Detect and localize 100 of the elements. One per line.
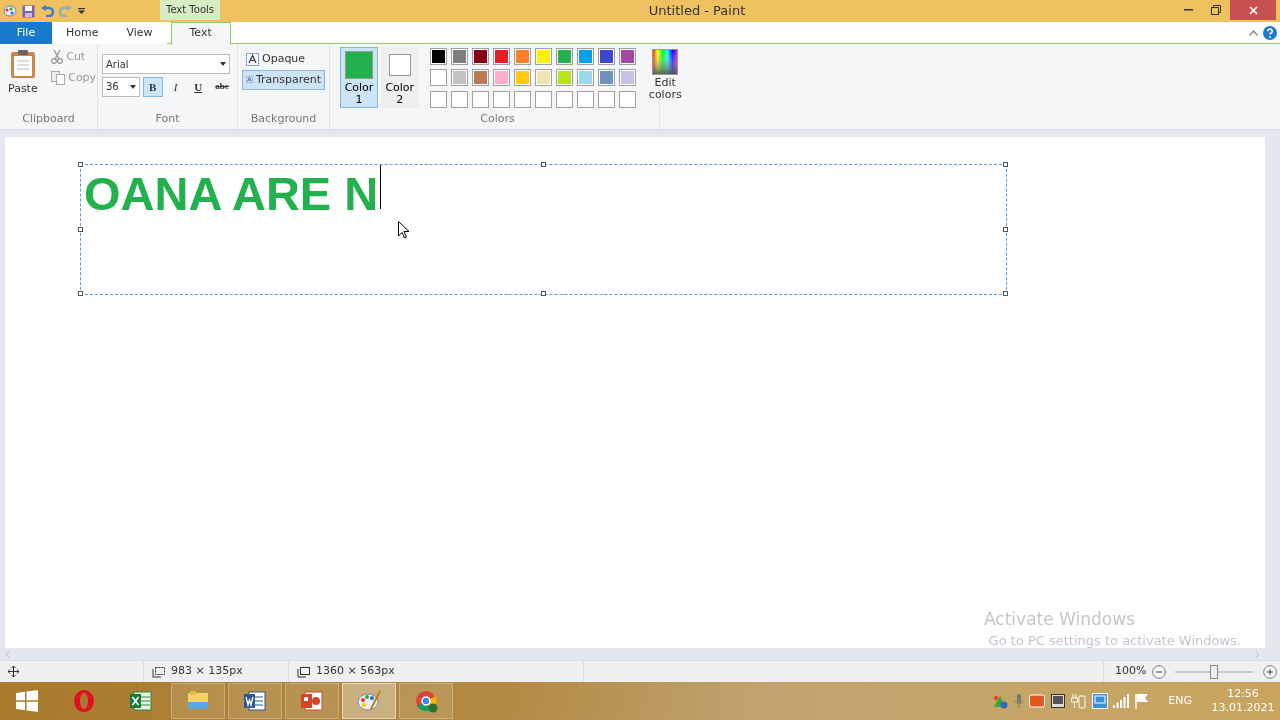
window-title: Untitled - Paint: [648, 2, 746, 20]
canvas-size-icon: [297, 665, 310, 678]
group-label: Background: [249, 110, 318, 127]
group-label: Colors: [479, 110, 516, 127]
resize-handle[interactable]: [78, 291, 83, 296]
close-icon: [1248, 5, 1258, 15]
monitor-icon[interactable]: [1050, 694, 1065, 708]
ribbon-tab[interactable]: Text: [170, 22, 231, 45]
palette-swatch[interactable]: [492, 48, 510, 65]
clock-date: 13.01.2021: [1211, 701, 1275, 715]
collapse-ribbon-icon[interactable]: [1248, 30, 1258, 36]
color-slot-button[interactable]: Color 1: [340, 47, 378, 108]
palette-swatch[interactable]: [429, 69, 447, 87]
color-slot-button[interactable]: Color 2: [380, 47, 419, 108]
palette-swatch[interactable]: [471, 48, 489, 65]
palette-swatch[interactable]: [576, 69, 594, 87]
canvas-size-text: 1360 × 563px: [316, 663, 395, 680]
palette-swatch[interactable]: [513, 69, 531, 87]
empty-palette-swatch[interactable]: [429, 90, 447, 108]
network-drawing-icon[interactable]: [992, 693, 1009, 709]
save-icon[interactable]: [22, 4, 36, 18]
microphone-icon[interactable]: [1013, 693, 1024, 709]
palette-swatch[interactable]: [597, 69, 615, 87]
flag-icon[interactable]: [1134, 693, 1149, 709]
power-icon[interactable]: [1070, 693, 1087, 709]
zoom-out-icon[interactable]: [1151, 664, 1166, 679]
palette-swatch[interactable]: [618, 69, 636, 87]
taskbar-app-button[interactable]: [399, 683, 453, 719]
windows-logo-icon: [16, 690, 38, 712]
minimize-icon: [1183, 9, 1193, 11]
font-size-dropdown[interactable]: 36: [102, 76, 140, 97]
paint-palette-icon: [357, 689, 381, 713]
empty-palette-swatch[interactable]: [450, 90, 468, 108]
palette-swatch[interactable]: [450, 48, 468, 65]
empty-palette-swatch[interactable]: [513, 90, 531, 108]
zoom-level-text: 100%: [1115, 663, 1147, 680]
palette-swatch[interactable]: [597, 48, 615, 65]
strike-button[interactable]: abc: [211, 76, 233, 97]
text-frame-icon: [246, 52, 259, 66]
slider-thumb[interactable]: [1210, 664, 1219, 679]
background-option[interactable]: Opaque: [242, 49, 325, 70]
resize-handle[interactable]: [540, 291, 546, 296]
spreadsheet-icon: [129, 689, 153, 713]
empty-palette-swatch[interactable]: [555, 90, 573, 108]
file-menu-button[interactable]: File: [0, 22, 52, 44]
palette-swatch[interactable]: [513, 48, 531, 65]
zoom-in-icon[interactable]: [1262, 664, 1277, 679]
resize-handle[interactable]: [78, 162, 83, 167]
group-label: Font: [154, 110, 181, 127]
palette-swatch[interactable]: [576, 48, 594, 65]
underline-button[interactable]: U: [188, 76, 209, 97]
resize-handle[interactable]: [1003, 226, 1008, 232]
resize-handle[interactable]: [1003, 162, 1008, 167]
palette-swatch[interactable]: [492, 69, 510, 87]
tray-app-icon[interactable]: [1029, 693, 1046, 709]
scroll-left-icon: [5, 650, 10, 658]
text-cursor: [380, 165, 382, 209]
dropdown-icon[interactable]: [77, 8, 85, 14]
italic-button[interactable]: I: [165, 76, 186, 97]
empty-palette-swatch[interactable]: [576, 90, 594, 108]
palette-swatch[interactable]: [471, 69, 489, 87]
clock-time: 12:56: [1227, 687, 1259, 701]
scissors-icon: [51, 50, 64, 65]
empty-palette-swatch[interactable]: [618, 90, 636, 108]
background-option[interactable]: Transparent: [242, 69, 325, 90]
taskbar-app-button[interactable]: [285, 683, 339, 719]
taskbar-app-button[interactable]: [228, 683, 282, 719]
resize-handle[interactable]: [78, 226, 83, 232]
edit-colors-button[interactable]: Edit colors: [644, 47, 687, 108]
signal-icon[interactable]: [1113, 694, 1130, 708]
copy-icon: [51, 70, 66, 85]
mouse-pointer-icon: [398, 221, 410, 239]
browser-icon: [414, 689, 438, 713]
opera-icon: [72, 689, 96, 713]
palette-swatch[interactable]: [534, 48, 552, 65]
palette-swatch[interactable]: [555, 48, 573, 65]
canvas-text: OANA ARE N: [84, 170, 379, 217]
palette-swatch[interactable]: [555, 69, 573, 87]
help-icon[interactable]: [1263, 26, 1278, 40]
empty-palette-swatch[interactable]: [492, 90, 510, 108]
palette-swatch[interactable]: [450, 69, 468, 87]
tray-window-icon[interactable]: [1091, 693, 1108, 709]
undo-icon[interactable]: [40, 5, 54, 17]
paste-button[interactable]: Paste: [4, 47, 42, 100]
restore-icon: [1211, 5, 1221, 15]
resize-handle[interactable]: [1003, 291, 1008, 296]
bold-button[interactable]: B: [142, 76, 163, 97]
paint-app-icon: [2, 5, 17, 17]
palette-swatch[interactable]: [429, 48, 447, 65]
dropdown-arrow-icon: [220, 62, 226, 66]
empty-palette-swatch[interactable]: [597, 90, 615, 108]
empty-palette-swatch[interactable]: [534, 90, 552, 108]
font-family-dropdown[interactable]: Arial: [102, 54, 230, 74]
document-icon: [243, 689, 267, 713]
move-icon: [8, 666, 19, 677]
palette-swatch[interactable]: [618, 48, 636, 65]
dropdown-arrow-icon: [130, 84, 136, 89]
palette-swatch[interactable]: [534, 69, 552, 87]
empty-palette-swatch[interactable]: [471, 90, 489, 108]
resize-handle[interactable]: [540, 162, 546, 167]
